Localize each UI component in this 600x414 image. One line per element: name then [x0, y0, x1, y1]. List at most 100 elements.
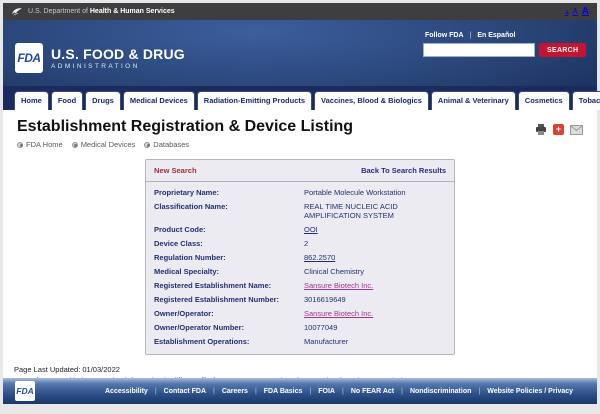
fda-masthead: FDA U.S. FOOD & DRUG ADMINISTRATION Foll… — [3, 20, 597, 86]
detail-label-owner-operator-number: Owner/Operator Number: — [154, 323, 300, 332]
agency-name: U.S. FOOD & DRUG ADMINISTRATION — [51, 46, 185, 70]
detail-link-sansure-biotech-inc[interactable]: Sansure Biotech Inc. — [304, 309, 373, 318]
fda-logo[interactable]: FDA — [15, 43, 43, 73]
footer-link-separator: | — [309, 388, 311, 395]
viewers-players-link[interactable]: Instructions for Downloading Viewers and… — [256, 376, 421, 378]
nav-tab-vaccines-blood-biologics[interactable]: Vaccines, Blood & Biologics — [314, 91, 429, 110]
breadcrumb-label: FDA Home — [26, 140, 63, 149]
back-to-search-results-link[interactable]: Back To Search Results — [361, 166, 446, 175]
hhs-text-bold: Health & Human Services — [90, 8, 175, 15]
page-title: Establishment Registration & Device List… — [17, 118, 353, 136]
breadcrumb-item-medical-devices[interactable]: Medical Devices — [72, 140, 136, 149]
agency-name-line2: ADMINISTRATION — [51, 63, 185, 70]
hhs-department-text: U.S. Department of Health & Human Servic… — [28, 8, 175, 15]
footer-link-separator: | — [255, 388, 257, 395]
footer-link-foia[interactable]: FOIA — [318, 388, 335, 395]
footer-fda-logo[interactable]: FDA — [15, 381, 35, 401]
last-updated-text: Page Last Updated: 01/03/2022 — [14, 365, 597, 376]
email-icon[interactable] — [570, 125, 583, 135]
detail-value-device-class: 2 — [304, 239, 446, 248]
nav-tab-drugs[interactable]: Drugs — [85, 91, 121, 110]
detail-value-registered-establishment-number: 3016619649 — [304, 295, 446, 304]
breadcrumb-label: Medical Devices — [81, 140, 136, 149]
font-size-medium-button[interactable]: A — [572, 7, 577, 16]
detail-label-regulation-number: Regulation Number: — [154, 253, 300, 262]
footer-link-separator: | — [478, 388, 480, 395]
font-size-controls: a A A — [565, 6, 589, 17]
font-size-large-button[interactable]: A — [582, 6, 589, 17]
detail-label-medical-specialty: Medical Specialty: — [154, 267, 300, 276]
device-detail-panel: New Search Back To Search Results Propri… — [145, 159, 455, 355]
nav-tab-cosmetics[interactable]: Cosmetics — [518, 91, 570, 110]
detail-label-proprietary-name: Proprietary Name: — [154, 188, 300, 197]
breadcrumb-item-databases[interactable]: Databases — [144, 140, 189, 149]
main-content: Establishment Registration & Device List… — [3, 110, 597, 378]
nav-tab-food[interactable]: Food — [51, 91, 83, 110]
detail-label-establishment-operations: Establishment Operations: — [154, 337, 300, 346]
agency-name-line1: U.S. FOOD & DRUG — [51, 46, 185, 62]
detail-label-owner-operator: Owner/Operator: — [154, 309, 300, 318]
footer-link-separator: | — [213, 388, 215, 395]
detail-label-classification-name: Classification Name: — [154, 202, 300, 220]
panel-header: New Search Back To Search Results — [146, 160, 454, 182]
footer-link-nondiscrimination[interactable]: Nondiscrimination — [410, 388, 471, 395]
breadcrumb-item-fda-home[interactable]: FDA Home — [17, 140, 63, 149]
footer-link-careers[interactable]: Careers — [222, 388, 248, 395]
breadcrumb-bullet-icon — [72, 142, 78, 148]
note-prefix: Note: If you need help accessing informa… — [14, 376, 254, 378]
title-row: Establishment Registration & Device List… — [3, 110, 597, 149]
nav-tabs: HomeFoodDrugsMedical DevicesRadiation-Em… — [3, 86, 597, 110]
print-icon[interactable] — [535, 124, 547, 135]
en-espanol-link[interactable]: En Español — [477, 32, 515, 39]
footer-link-separator: | — [155, 388, 157, 395]
nav-tab-home[interactable]: Home — [14, 91, 49, 110]
footer-link-contact-fda[interactable]: Contact FDA — [164, 388, 206, 395]
page-action-icons: + — [535, 124, 583, 135]
new-search-link[interactable]: New Search — [154, 166, 197, 175]
footer-link-website-policies-privacy[interactable]: Website Policies / Privacy — [487, 388, 573, 395]
detail-label-product-code: Product Code: — [154, 225, 300, 234]
footer-links: Accessibility | Contact FDA | Careers | FDA Ba… — [105, 388, 573, 395]
detail-value-classification-name: REAL TIME NUCLEIC ACID AMPLIFICATION SYS… — [304, 202, 446, 220]
site-footer: FDA Accessibility | Contact FDA | Careers | FD… — [3, 378, 597, 404]
hhs-bar: U.S. Department of Health & Human Servic… — [3, 3, 597, 20]
header-search: SEARCH — [423, 43, 583, 57]
footer-link-no-fear-act[interactable]: No FEAR Act — [351, 388, 394, 395]
breadcrumb-label: Databases — [153, 140, 189, 149]
hhs-eagle-icon — [11, 6, 23, 17]
nav-tab-radiation-emitting-products[interactable]: Radiation-Emitting Products — [197, 91, 312, 110]
detail-value-medical-specialty: Clinical Chemistry — [304, 267, 446, 276]
nav-tab-tobacco-products[interactable]: Tobacco Products — [572, 91, 600, 110]
detail-link-sansure-biotech-inc[interactable]: Sansure Biotech Inc. — [304, 281, 373, 290]
search-input[interactable] — [423, 43, 535, 57]
note-suffix: . — [421, 376, 423, 378]
header-link-divider: | — [470, 32, 472, 39]
font-size-small-button[interactable]: a — [565, 10, 568, 16]
breadcrumb-bullet-icon — [144, 142, 150, 148]
detail-value-regulation-number: 862.2570 — [304, 253, 446, 262]
breadcrumb: FDA Home Medical Devices Databases — [17, 140, 353, 149]
share-icon[interactable]: + — [553, 124, 564, 135]
header-utilities: Follow FDA | En Español SEARCH — [423, 32, 583, 57]
follow-fda-link[interactable]: Follow FDA — [425, 32, 464, 39]
file-formats-note: Note: If you need help accessing informa… — [14, 376, 597, 378]
detail-value-product-code: OOI — [304, 225, 446, 234]
detail-value-owner-operator: Sansure Biotech Inc. — [304, 309, 446, 318]
device-detail-table: Proprietary Name:Portable Molecule Works… — [146, 182, 454, 354]
breadcrumb-bullet-icon — [17, 142, 23, 148]
detail-value-owner-operator-number: 10077049 — [304, 323, 446, 332]
nav-tab-animal-veterinary[interactable]: Animal & Veterinary — [431, 91, 516, 110]
footer-link-separator: | — [401, 388, 403, 395]
footer-link-accessibility[interactable]: Accessibility — [105, 388, 148, 395]
footer-link-separator: | — [342, 388, 344, 395]
detail-link-ooi[interactable]: OOI — [304, 225, 318, 234]
header-links: Follow FDA | En Español — [423, 32, 583, 39]
detail-link-862-2570[interactable]: 862.2570 — [304, 253, 335, 262]
search-button[interactable]: SEARCH — [539, 43, 586, 57]
detail-label-registered-establishment-number: Registered Establishment Number: — [154, 295, 300, 304]
detail-value-establishment-operations: Manufacturer — [304, 337, 446, 346]
detail-label-device-class: Device Class: — [154, 239, 300, 248]
nav-tab-medical-devices[interactable]: Medical Devices — [123, 91, 195, 110]
footer-link-fda-basics[interactable]: FDA Basics — [264, 388, 303, 395]
detail-value-registered-establishment-name: Sansure Biotech Inc. — [304, 281, 446, 290]
